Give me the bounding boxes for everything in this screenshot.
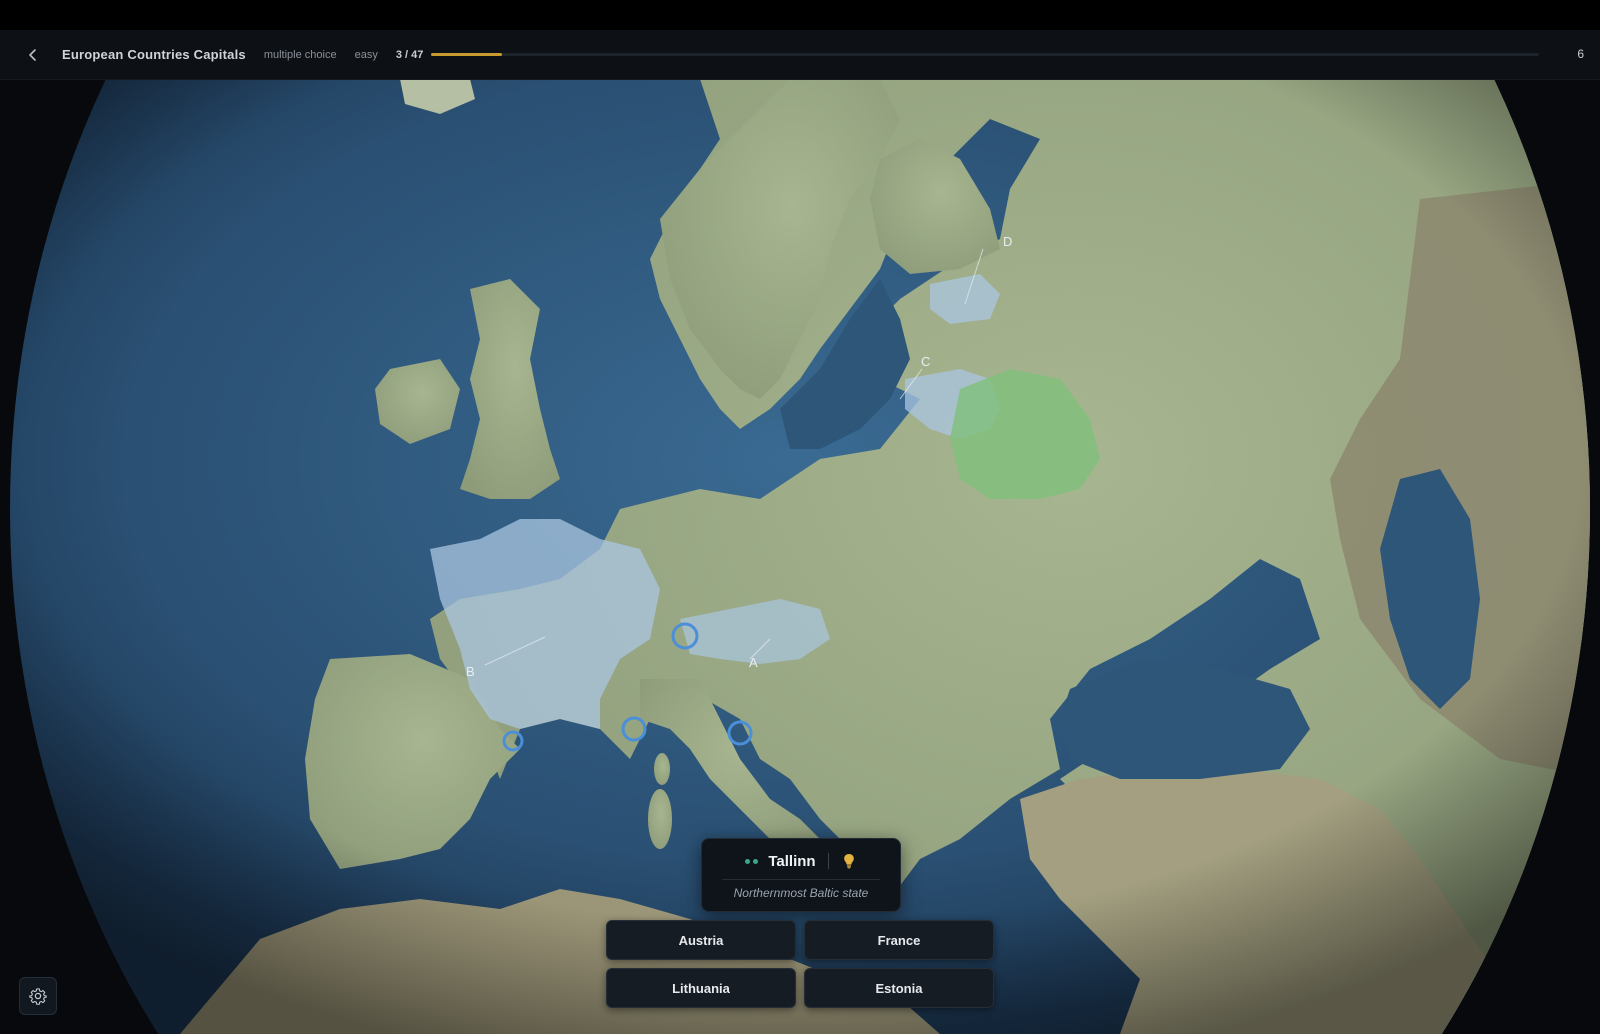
divider — [722, 879, 880, 880]
answer-button-france[interactable]: France — [804, 920, 994, 960]
answer-button-lithuania[interactable]: Lithuania — [606, 968, 796, 1008]
question-card: Tallinn Northernmost Baltic state — [701, 838, 901, 912]
quiz-mode: multiple choice — [263, 48, 337, 61]
game-screen: D C B A European Countries Capitals mult… — [0, 0, 1600, 1034]
question-prompt: Tallinn — [768, 852, 816, 870]
lightbulb-icon — [843, 854, 854, 869]
question-hint: Northernmost Baltic state — [733, 886, 869, 900]
progress-counter: 3 / 47 — [395, 48, 424, 61]
divider — [827, 853, 829, 869]
quiz-title: European Countries Capitals — [62, 47, 246, 62]
progress-bar-fill — [431, 53, 503, 56]
gear-icon — [29, 988, 47, 1005]
quiz-difficulty: easy — [354, 48, 378, 61]
back-button[interactable] — [20, 42, 46, 68]
settings-button[interactable] — [19, 977, 57, 1015]
status-dots — [745, 858, 759, 864]
chevron-left-icon — [29, 48, 36, 61]
status-dot — [745, 858, 751, 864]
answer-button-estonia[interactable]: Estonia — [804, 968, 994, 1008]
answer-button-austria[interactable]: Austria — [606, 920, 796, 960]
hint-button[interactable] — [841, 852, 857, 870]
score: 6 — [1577, 47, 1584, 61]
status-dot — [753, 858, 759, 864]
quiz-header: European Countries Capitals multiple cho… — [0, 30, 1600, 80]
top-bar — [0, 0, 1600, 30]
progress-bar — [431, 53, 1540, 56]
